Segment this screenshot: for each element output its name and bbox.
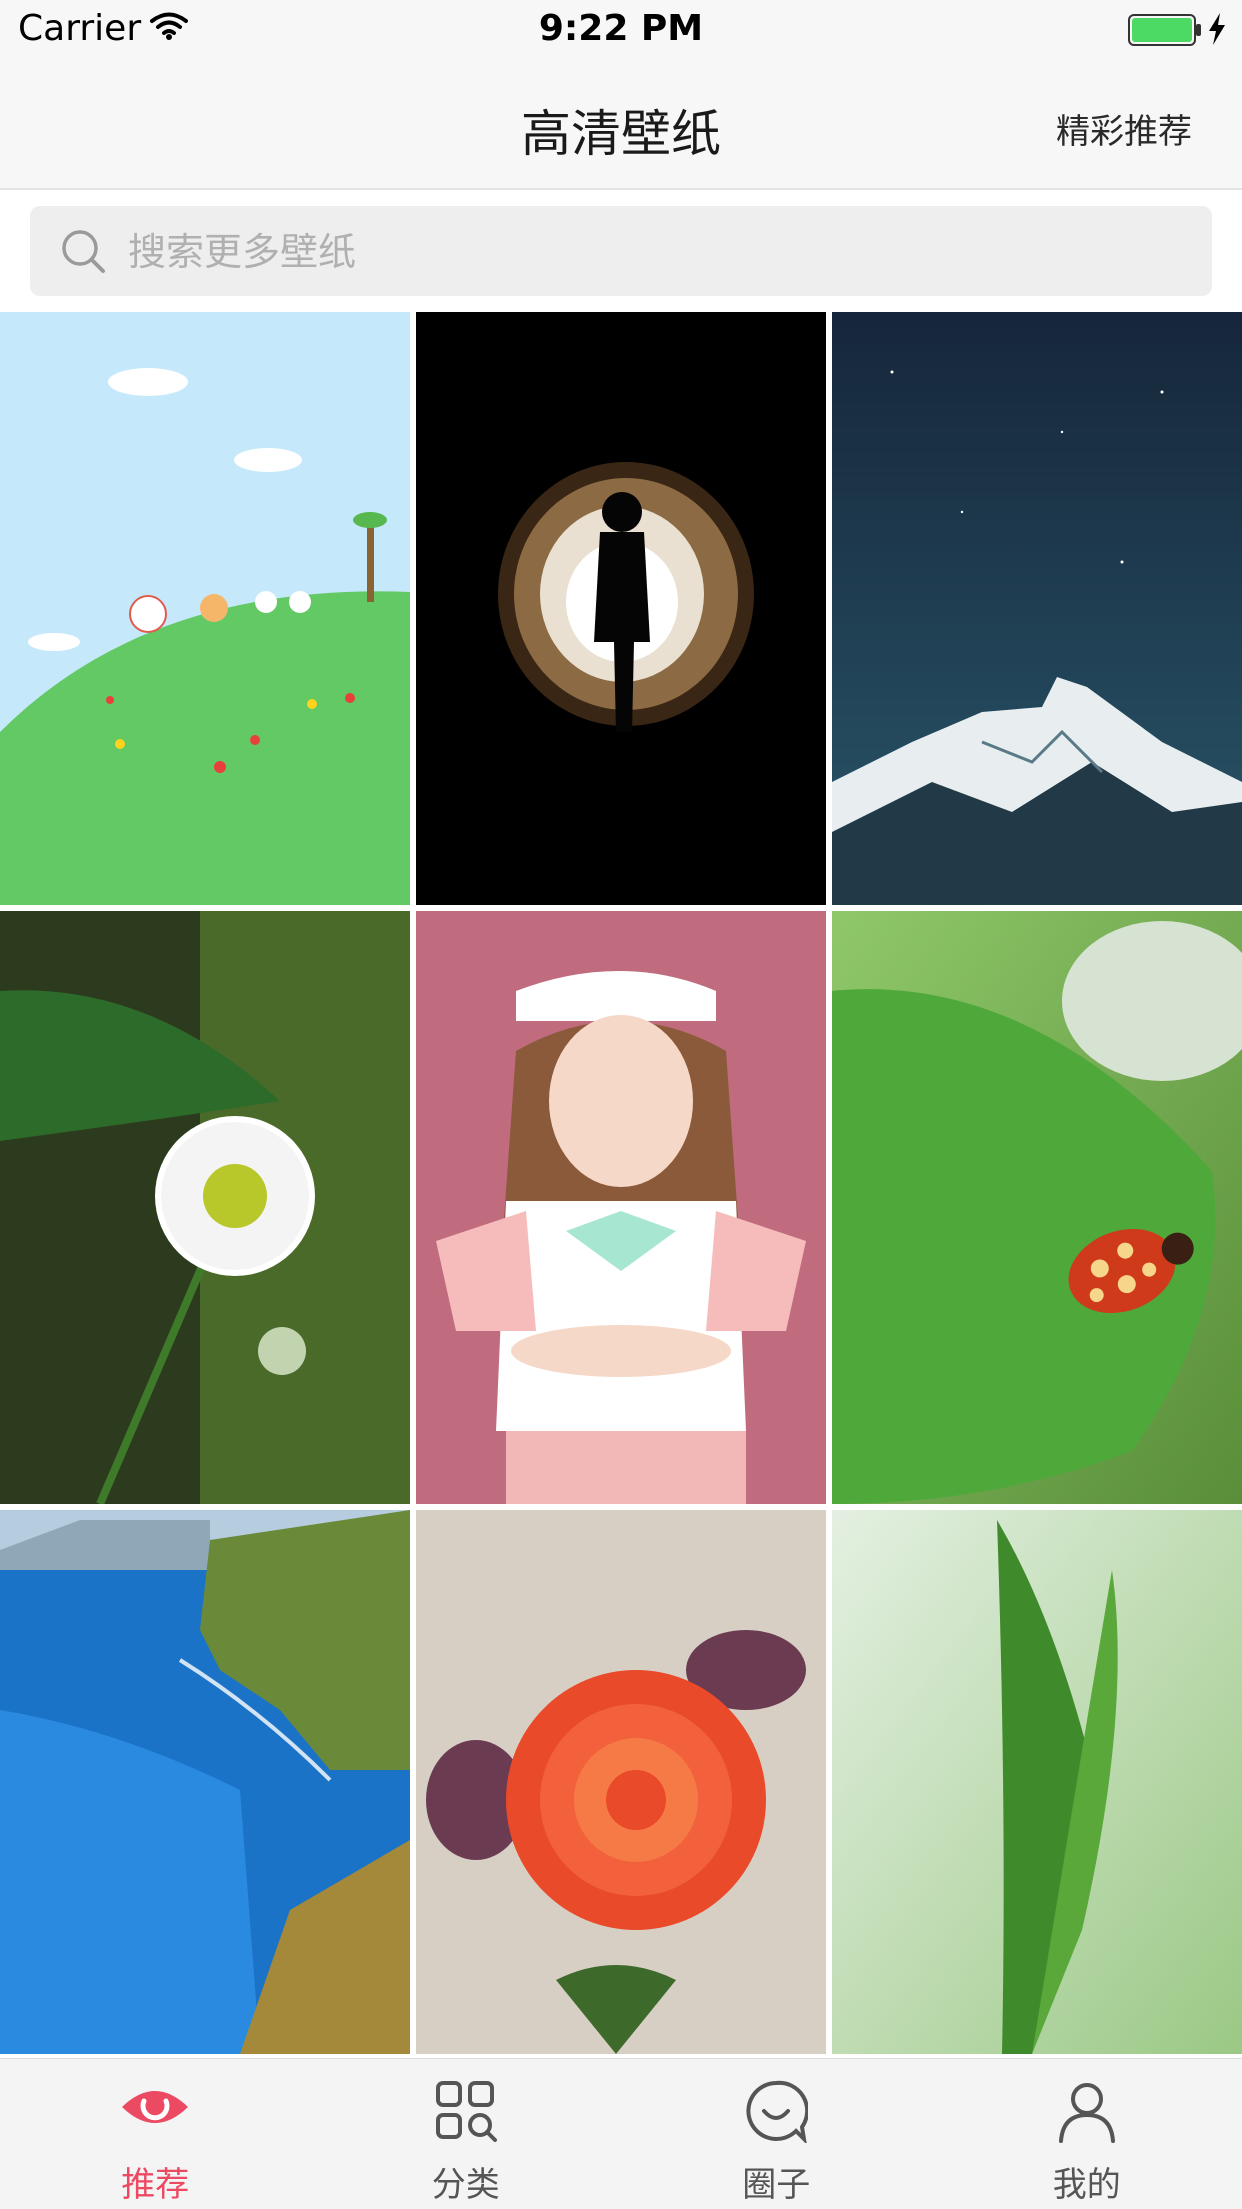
user-icon	[1055, 2079, 1119, 2147]
battery-icon	[1128, 14, 1202, 50]
search-icon	[60, 228, 106, 278]
wallpaper-thumbnail[interactable]	[416, 911, 826, 1504]
chat-bubble-icon	[744, 2079, 808, 2147]
tab-community[interactable]: 圈子	[621, 2059, 932, 2209]
wallpaper-thumbnail[interactable]	[0, 312, 410, 905]
wallpaper-thumbnail[interactable]	[0, 1510, 410, 2054]
wallpaper-thumbnail[interactable]	[416, 312, 826, 905]
wallpaper-thumbnail[interactable]	[832, 1510, 1242, 2054]
wallpaper-thumbnail[interactable]	[832, 312, 1242, 905]
status-bar: Carrier 9:22 PM	[0, 0, 1242, 62]
charging-icon	[1207, 12, 1227, 50]
tab-profile[interactable]: 我的	[932, 2059, 1242, 2209]
grid-search-icon	[434, 2079, 498, 2147]
wallpaper-thumbnail[interactable]	[0, 911, 410, 1504]
wallpaper-thumbnail[interactable]	[416, 1510, 826, 2054]
tab-label: 推荐	[0, 2157, 311, 2206]
tab-bar: 推荐 分类 圈子 我的	[0, 2058, 1242, 2209]
status-time: 9:22 PM	[0, 8, 1242, 49]
search-input[interactable]	[126, 206, 1190, 298]
featured-recommend-button[interactable]: 精彩推荐	[1056, 104, 1192, 153]
nav-bar: 高清壁纸 精彩推荐	[0, 62, 1242, 190]
tab-label: 分类	[311, 2157, 622, 2206]
wallpaper-grid	[0, 312, 1242, 2058]
eye-icon	[120, 2079, 190, 2139]
tab-category[interactable]: 分类	[311, 2059, 622, 2209]
tab-recommend[interactable]: 推荐	[0, 2059, 311, 2209]
tab-label: 我的	[932, 2157, 1242, 2206]
tab-label: 圈子	[621, 2157, 932, 2206]
wallpaper-thumbnail[interactable]	[832, 911, 1242, 1504]
search-bar[interactable]	[30, 206, 1212, 296]
